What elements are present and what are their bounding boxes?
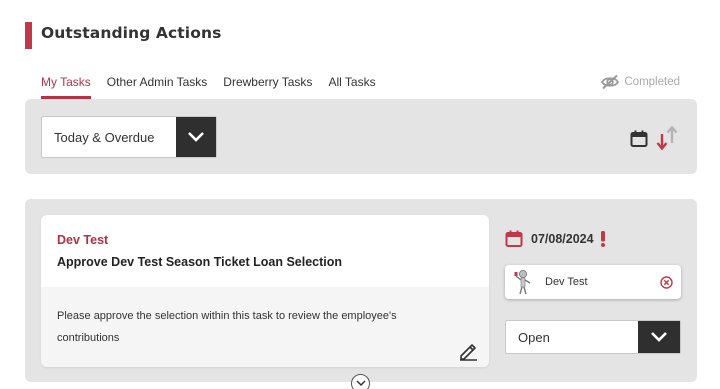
sort-arrows-icon[interactable] [654, 126, 680, 152]
task-tabs: My Tasks Other Admin Tasks Drewberry Tas… [41, 75, 392, 99]
assignee-chip[interactable]: Dev Test [505, 265, 681, 299]
task-description: Please approve the selection within this… [57, 310, 397, 344]
status-select[interactable]: Open [505, 320, 681, 354]
title-accent-bar [25, 22, 32, 49]
chevron-down-icon [176, 117, 216, 157]
completed-label: Completed [624, 76, 680, 88]
sort-controls [630, 126, 680, 152]
assignee-name: Dev Test [545, 276, 588, 288]
tab-drewberry-tasks[interactable]: Drewberry Tasks [223, 75, 312, 99]
due-date: 07/08/2024 [531, 232, 594, 246]
task-card[interactable]: Dev Test Approve Dev Test Season Ticket … [41, 215, 489, 367]
page-title: Outstanding Actions [41, 24, 222, 42]
due-date-row: 07/08/2024 [505, 230, 606, 248]
avatar [514, 270, 531, 295]
date-filter-value: Today & Overdue [54, 129, 155, 145]
completed-toggle[interactable]: Completed [600, 74, 680, 90]
date-filter-select[interactable]: Today & Overdue [41, 116, 217, 158]
tab-all-tasks[interactable]: All Tasks [328, 75, 375, 99]
pencil-icon[interactable] [457, 339, 479, 361]
expand-task-button[interactable] [351, 374, 370, 389]
eye-slash-icon [601, 74, 620, 90]
status-value: Open [518, 329, 550, 345]
task-owner: Dev Test [57, 233, 109, 247]
chevron-down-icon [355, 380, 366, 387]
tab-other-admin-tasks[interactable]: Other Admin Tasks [107, 75, 208, 99]
task-title: Approve Dev Test Season Ticket Loan Sele… [57, 255, 343, 269]
calendar-icon [505, 230, 523, 247]
tab-my-tasks[interactable]: My Tasks [41, 75, 91, 99]
task-body: Please approve the selection within this… [41, 287, 489, 367]
remove-assignee-icon[interactable] [660, 275, 673, 289]
exclamation-icon [600, 231, 605, 247]
calendar-icon[interactable] [630, 130, 648, 148]
chevron-down-icon [638, 321, 680, 353]
